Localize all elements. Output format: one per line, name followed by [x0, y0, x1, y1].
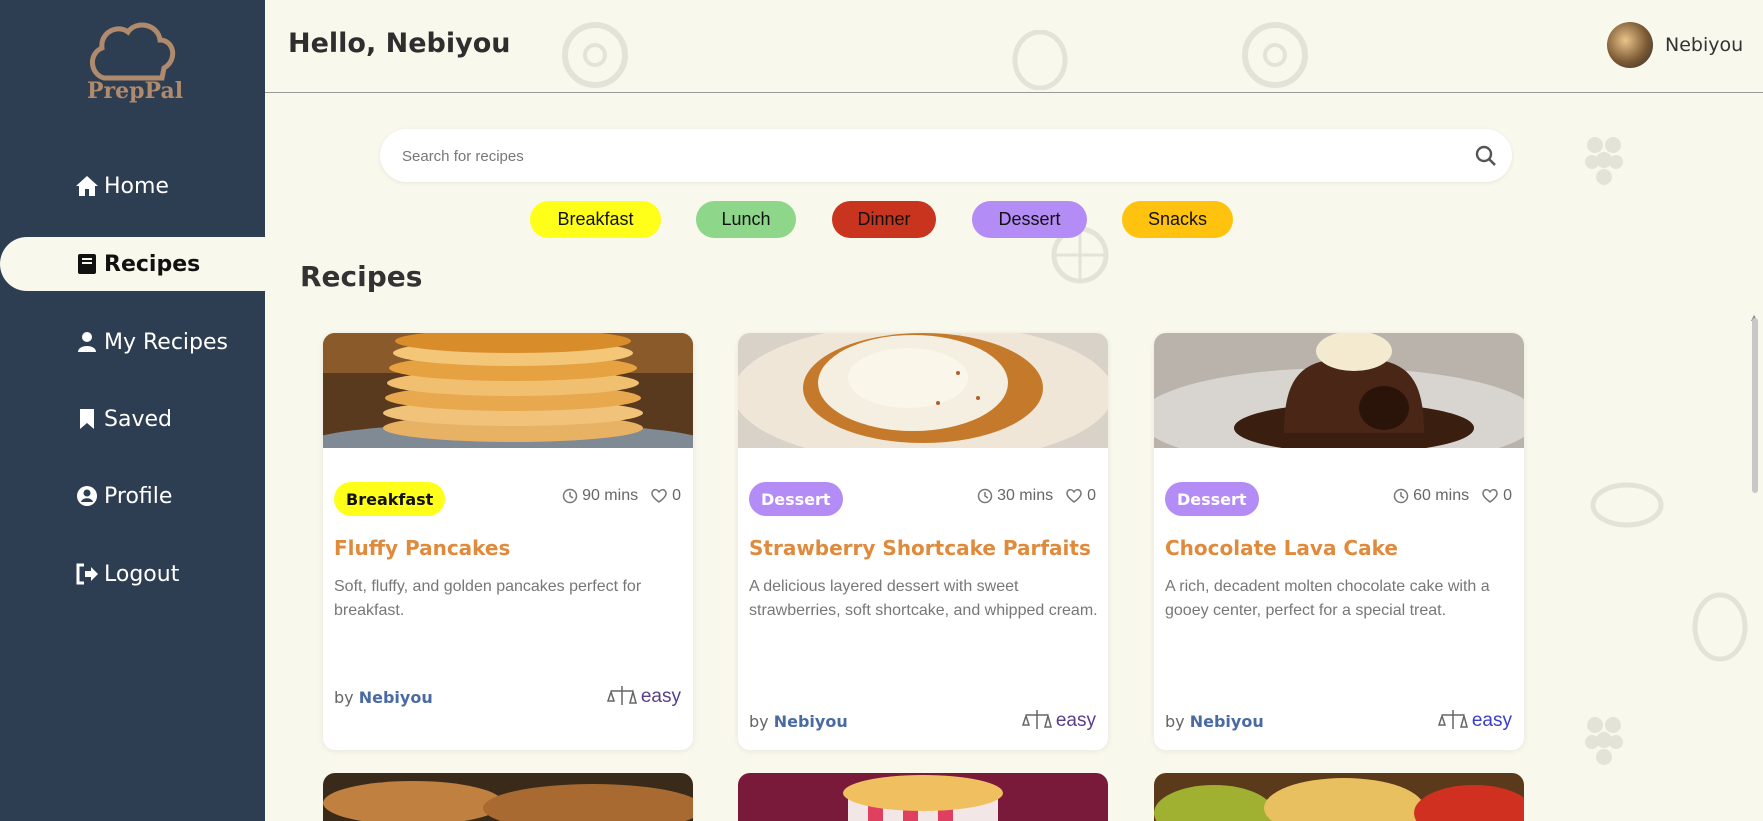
- lava-cake-image: [1154, 333, 1524, 448]
- sidebar-item-label: Saved: [104, 406, 172, 432]
- recipe-card-image-peek[interactable]: [1154, 773, 1524, 821]
- like-count: 0: [672, 487, 681, 504]
- like-count: 0: [1503, 487, 1512, 504]
- sidebar-item-profile[interactable]: Profile: [0, 469, 265, 523]
- sidebar-item-label: Home: [104, 173, 169, 199]
- recipe-meta: 60 mins 0: [1393, 487, 1512, 505]
- profile-icon: [74, 483, 100, 509]
- recipe-meta: 90 mins 0: [562, 487, 681, 505]
- difficulty-label: easy: [640, 686, 681, 707]
- recipe-title[interactable]: Fluffy Pancakes: [334, 536, 684, 560]
- user-icon: [74, 329, 100, 355]
- logout-icon: [74, 561, 100, 587]
- cook-time: 30 mins: [997, 487, 1054, 504]
- grapes-decoration-icon: [1585, 137, 1623, 185]
- grapes-decoration-icon: [1585, 717, 1623, 765]
- heart-icon[interactable]: [650, 488, 668, 504]
- category-badge: Breakfast: [334, 482, 446, 516]
- recipe-author: by Nebiyou: [334, 688, 433, 707]
- search-bar: [380, 129, 1512, 182]
- category-chip-dessert[interactable]: Dessert: [972, 201, 1087, 238]
- by-label: by: [334, 688, 354, 707]
- bread-decoration-icon: [1590, 482, 1664, 528]
- melon-decoration-icon: [1692, 592, 1748, 662]
- clock-icon: [1393, 488, 1409, 504]
- scale-icon: [1021, 710, 1052, 729]
- greeting: Hello, Nebiyou: [288, 28, 511, 59]
- category-badge: Dessert: [749, 482, 843, 516]
- sidebar-item-label: Profile: [104, 483, 173, 509]
- by-label: by: [1165, 712, 1185, 731]
- recipe-card[interactable]: Breakfast 90 mins 0 Fluffy Pancakes Soft…: [323, 333, 693, 750]
- by-label: by: [749, 712, 769, 731]
- recipe-description: A rich, decadent molten chocolate cake w…: [1165, 578, 1490, 619]
- sidebar-item-logout[interactable]: Logout: [0, 547, 265, 601]
- recipe-author: by Nebiyou: [1165, 712, 1264, 731]
- scrollbar-thumb[interactable]: [1752, 318, 1758, 493]
- username[interactable]: Nebiyou: [1665, 34, 1743, 56]
- author-name[interactable]: Nebiyou: [774, 712, 848, 731]
- book-icon: [74, 251, 100, 277]
- recipe-title[interactable]: Chocolate Lava Cake: [1165, 536, 1515, 560]
- home-icon: [74, 173, 100, 199]
- difficulty-label: easy: [1471, 710, 1512, 731]
- recipe-card[interactable]: Dessert 60 mins 0 Chocolate Lava Cake A …: [1154, 333, 1524, 750]
- avatar[interactable]: [1607, 22, 1653, 68]
- sidebar-item-saved[interactable]: Saved: [0, 392, 265, 446]
- difficulty-indicator: easy: [1437, 709, 1512, 733]
- sidebar-item-home[interactable]: Home: [0, 159, 265, 213]
- heart-icon[interactable]: [1065, 488, 1083, 504]
- header: Hello, Nebiyou Nebiyou: [265, 0, 1763, 93]
- cook-time: 60 mins: [1413, 487, 1470, 504]
- recipe-description: Soft, fluffy, and golden pancakes perfec…: [334, 578, 642, 619]
- clock-icon: [977, 488, 993, 504]
- bookmark-icon: [74, 406, 100, 432]
- sidebar-item-label: My Recipes: [104, 329, 228, 355]
- logo-text: PrepPal: [87, 78, 184, 104]
- category-chip-dinner[interactable]: Dinner: [832, 201, 936, 238]
- recipe-card[interactable]: Dessert 30 mins 0 Strawberry Shortcake P…: [738, 333, 1108, 750]
- category-chip-breakfast[interactable]: Breakfast: [530, 201, 661, 238]
- category-chip-snacks[interactable]: Snacks: [1122, 201, 1233, 238]
- recipe-description: A delicious layered dessert with sweet s…: [749, 578, 1098, 619]
- sidebar-item-label: Logout: [104, 561, 180, 587]
- recipe-card-image-peek[interactable]: [323, 773, 693, 821]
- parfait-image: [738, 333, 1108, 448]
- difficulty-indicator: easy: [1021, 709, 1096, 733]
- recipe-card-image-peek[interactable]: [738, 773, 1108, 821]
- recipe-meta: 30 mins 0: [977, 487, 1096, 505]
- difficulty-indicator: easy: [606, 685, 681, 709]
- category-badge: Dessert: [1165, 482, 1259, 516]
- search-input[interactable]: [402, 143, 1442, 169]
- like-count: 0: [1087, 487, 1096, 504]
- recipe-title[interactable]: Strawberry Shortcake Parfaits: [749, 536, 1099, 560]
- sidebar-item-recipes[interactable]: Recipes: [0, 237, 265, 291]
- sidebar-item-label: Recipes: [104, 251, 201, 277]
- sidebar: PrepPal Home Recipes My Recipes Saved Pr…: [0, 0, 265, 821]
- cook-time: 90 mins: [582, 487, 639, 504]
- difficulty-label: easy: [1055, 710, 1096, 731]
- scale-icon: [606, 686, 637, 705]
- author-name[interactable]: Nebiyou: [359, 688, 433, 707]
- category-chip-lunch[interactable]: Lunch: [696, 201, 796, 238]
- sidebar-item-my-recipes[interactable]: My Recipes: [0, 315, 265, 369]
- pancakes-image: [323, 333, 693, 448]
- author-name[interactable]: Nebiyou: [1190, 712, 1264, 731]
- heart-icon[interactable]: [1481, 488, 1499, 504]
- scale-icon: [1437, 710, 1468, 729]
- search-icon[interactable]: [1474, 144, 1498, 168]
- clock-icon: [562, 488, 578, 504]
- section-title: Recipes: [300, 260, 423, 293]
- recipe-author: by Nebiyou: [749, 712, 848, 731]
